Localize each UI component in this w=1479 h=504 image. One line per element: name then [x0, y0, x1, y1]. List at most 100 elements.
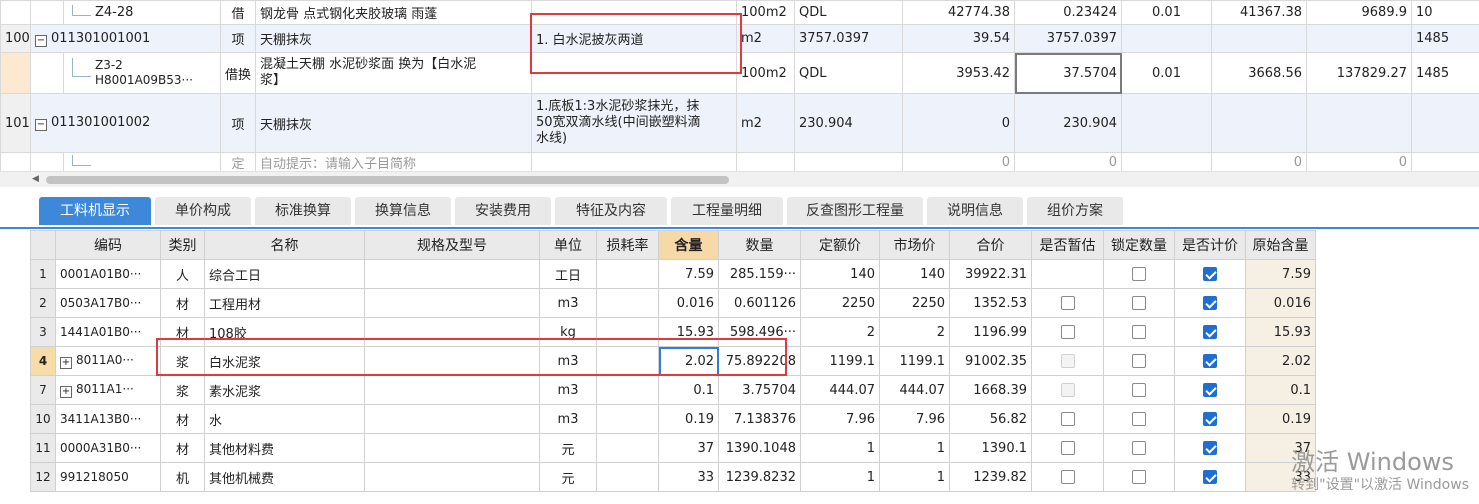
resource-name[interactable]: 其他材料费	[204, 433, 365, 463]
resource-code-cell[interactable]: 0001A01B0···	[55, 259, 161, 289]
scrollbar-thumb[interactable]	[46, 176, 729, 184]
estimate-checkbox[interactable]	[1060, 325, 1075, 339]
resource-spec[interactable]	[364, 346, 540, 376]
item-name[interactable]: 钢龙骨 点式钢化夹胶玻璃 雨蓬	[255, 0, 532, 25]
item-value[interactable]: 0	[1211, 152, 1307, 173]
resource-quantity[interactable]: 75.892208	[718, 346, 801, 376]
resource-base-price[interactable]: 1	[800, 433, 880, 463]
priced-checkbox[interactable]	[1203, 267, 1217, 281]
col-spec[interactable]: 规格及型号	[364, 230, 540, 260]
resource-category[interactable]: 人	[160, 259, 205, 289]
item-name[interactable]: 天棚抹灰	[255, 93, 532, 153]
item-value[interactable]: 1485	[1411, 24, 1479, 53]
table-row[interactable]: 10 3411A13B0··· 材水 m3 0.19 7.138376 7.96 7.96 56…	[30, 404, 1316, 434]
col-is-priced[interactable]: 是否计价	[1174, 230, 1246, 260]
item-value[interactable]: 41367.38	[1211, 0, 1307, 25]
resource-loss-rate[interactable]	[596, 259, 659, 289]
item-unit[interactable]: m2	[736, 93, 795, 153]
resource-content[interactable]: 37	[658, 433, 719, 463]
tab-labor-material-machine[interactable]: 工料机显示	[39, 197, 151, 225]
item-qty-expr[interactable]: QDL	[794, 52, 903, 94]
resource-content[interactable]: 0.016	[658, 288, 719, 318]
resource-unit[interactable]: m3	[539, 404, 597, 434]
item-value[interactable]: 1485	[1411, 52, 1479, 94]
resource-unit[interactable]: 工日	[539, 259, 597, 289]
resource-spec[interactable]	[364, 288, 540, 318]
resource-loss-rate[interactable]	[596, 462, 659, 492]
priced-checkbox[interactable]	[1203, 412, 1217, 426]
resource-total[interactable]: 1239.82	[949, 462, 1032, 492]
resource-name[interactable]: 素水泥浆	[204, 375, 365, 405]
estimate-checkbox[interactable]	[1060, 412, 1075, 426]
row-number[interactable]: 2	[30, 288, 56, 318]
row-number[interactable]: 7	[30, 375, 56, 405]
lock-quantity-checkbox[interactable]	[1132, 325, 1146, 339]
resource-total[interactable]: 1668.39	[949, 375, 1032, 405]
col-unit[interactable]: 单位	[539, 230, 597, 260]
tab-features[interactable]: 特征及内容	[555, 197, 667, 225]
resource-quantity[interactable]: 285.159···	[718, 259, 801, 289]
resource-name[interactable]: 综合工日	[204, 259, 365, 289]
estimate-checkbox[interactable]	[1060, 441, 1075, 455]
resource-total[interactable]: 91002.35	[949, 346, 1032, 376]
resource-name[interactable]: 工程用材	[204, 288, 365, 318]
resource-original-content[interactable]: 0.19	[1245, 404, 1316, 434]
col-total[interactable]: 合价	[949, 230, 1032, 260]
table-row[interactable]: 101 −011301001002 项 天棚抹灰 1.底板1:3水泥砂浆抹光，抹…	[0, 93, 1479, 153]
resource-loss-rate[interactable]	[596, 433, 659, 463]
item-value[interactable]	[1411, 93, 1479, 153]
resource-original-content[interactable]: 7.59	[1245, 259, 1316, 289]
table-row[interactable]: 12 991218050 机其他机械费元 33 1239.8232 1 1 1239.82 33	[30, 462, 1316, 492]
resource-quantity[interactable]: 598.496···	[718, 317, 801, 347]
resource-code-cell[interactable]: 0503A17B0···	[55, 288, 161, 318]
item-value[interactable]	[1121, 93, 1212, 153]
item-value[interactable]	[1121, 152, 1212, 173]
resource-spec[interactable]	[364, 259, 540, 289]
lock-quantity-checkbox[interactable]	[1132, 441, 1146, 455]
resource-category[interactable]: 材	[160, 433, 205, 463]
resource-market-price[interactable]: 1	[879, 462, 950, 492]
lock-quantity-checkbox[interactable]	[1132, 470, 1146, 484]
resource-quantity[interactable]: 0.601126	[718, 288, 801, 318]
row-number[interactable]: 4	[30, 346, 56, 376]
item-value[interactable]: 42774.38	[902, 0, 1015, 25]
expand-icon[interactable]: +	[60, 386, 72, 398]
item-feature[interactable]: 1. 白水泥披灰两道	[531, 24, 737, 53]
resource-market-price[interactable]: 1199.1	[879, 346, 950, 376]
item-value[interactable]: 0	[902, 93, 1015, 153]
item-value[interactable]	[1411, 152, 1479, 173]
item-feature[interactable]	[531, 52, 737, 94]
table-row[interactable]: 7 +8011A1··· 浆素水泥浆 m3 0.1 3.75704 444.07 444.07…	[30, 375, 1316, 405]
resource-base-price[interactable]: 1	[800, 462, 880, 492]
item-value[interactable]: 9689.9	[1306, 0, 1412, 25]
priced-checkbox[interactable]	[1203, 383, 1217, 397]
resource-base-price[interactable]: 2250	[800, 288, 880, 318]
resource-original-content[interactable]: 15.93	[1245, 317, 1316, 347]
resource-unit[interactable]: m3	[539, 346, 597, 376]
row-number[interactable]: 12	[30, 462, 56, 492]
resource-base-price[interactable]: 1199.1	[800, 346, 880, 376]
resource-market-price[interactable]: 2250	[879, 288, 950, 318]
estimate-checkbox[interactable]	[1060, 470, 1075, 484]
item-value-selected[interactable]: 37.5704	[1014, 52, 1122, 94]
resource-code-cell[interactable]: 1441A01B0···	[55, 317, 161, 347]
resource-name[interactable]: 其他机械费	[204, 462, 365, 492]
item-value[interactable]: 10	[1411, 0, 1479, 25]
table-row[interactable]: 3 1441A01B0··· 材 108胶 kg 15.93 598.496··· 2 2 119…	[30, 317, 1316, 347]
resource-loss-rate[interactable]	[596, 404, 659, 434]
lock-quantity-checkbox[interactable]	[1132, 354, 1146, 368]
resource-original-content[interactable]: 0.1	[1245, 375, 1316, 405]
resource-content[interactable]: 7.59	[658, 259, 719, 289]
item-value[interactable]	[1306, 93, 1412, 153]
scroll-left-icon[interactable]: ◀	[32, 174, 39, 184]
resource-content[interactable]: 15.93	[658, 317, 719, 347]
item-value[interactable]	[1121, 24, 1212, 53]
table-row[interactable]: 2 0503A17B0··· 材工程用材 m3 0.016 0.601126 2250 225…	[30, 288, 1316, 318]
item-value[interactable]	[1211, 24, 1307, 53]
col-market-price[interactable]: 市场价	[879, 230, 950, 260]
item-value[interactable]: 39.54	[902, 24, 1015, 53]
tab-conversion-info[interactable]: 换算信息	[355, 197, 451, 225]
resource-unit[interactable]: 元	[539, 433, 597, 463]
item-qty-expr[interactable]: 3757.0397	[794, 24, 903, 53]
resource-spec[interactable]	[364, 462, 540, 492]
